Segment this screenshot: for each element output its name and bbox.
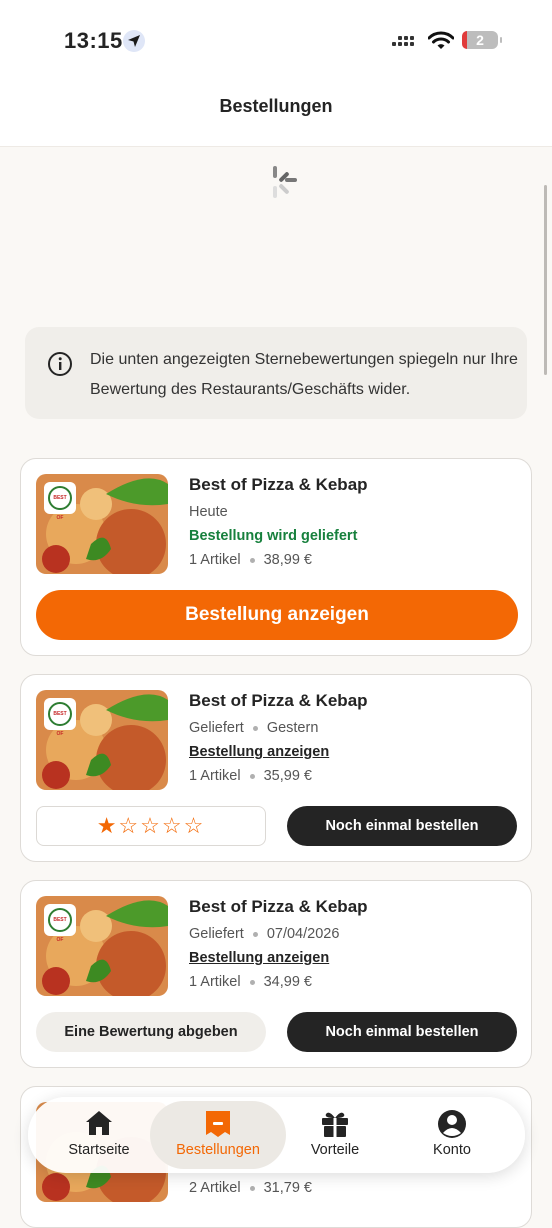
- order-card: BEST OF Best of Pizza & Kebap Heute Best…: [20, 458, 532, 656]
- tab-label: Konto: [433, 1142, 471, 1158]
- tab-account[interactable]: Konto: [393, 1097, 511, 1173]
- tab-home[interactable]: Startseite: [40, 1097, 158, 1173]
- tab-label: Bestellungen: [176, 1142, 260, 1158]
- view-order-link[interactable]: Bestellung anzeigen: [189, 950, 329, 966]
- star-rating[interactable]: ★☆☆☆☆: [36, 806, 266, 846]
- order-card: BEST OF Best of Pizza & Kebap Geliefert 0…: [20, 880, 532, 1068]
- order-summary: 2 Artikel 31,79 €: [189, 1180, 312, 1196]
- account-icon: [438, 1110, 466, 1138]
- order-card: BEST OF Best of Pizza & Kebap Geliefert G…: [20, 674, 532, 862]
- status-time: 13:15: [64, 28, 123, 53]
- order-summary: 1 Artikel 34,99 €: [189, 974, 312, 990]
- info-icon: [48, 352, 72, 376]
- order-state-date: Geliefert 07/04/2026: [189, 926, 340, 942]
- restaurant-logo: BEST OF: [44, 904, 76, 943]
- battery-level: 2: [476, 32, 484, 48]
- order-status: Bestellung wird geliefert: [189, 528, 358, 544]
- location-arrow-icon: [123, 30, 145, 52]
- restaurant-logo: BEST OF: [44, 698, 76, 737]
- restaurant-name: Best of Pizza & Kebap: [189, 691, 368, 710]
- gift-icon: [322, 1112, 348, 1137]
- tab-orders[interactable]: Bestellungen: [150, 1101, 286, 1169]
- order-date: Heute: [189, 504, 228, 520]
- restaurant-name: Best of Pizza & Kebap: [189, 475, 368, 494]
- order-state-date: Geliefert Gestern: [189, 720, 319, 736]
- scrollbar[interactable]: [544, 185, 547, 375]
- reorder-button[interactable]: Noch einmal bestellen: [287, 1012, 517, 1052]
- write-review-button[interactable]: Eine Bewertung abgeben: [36, 1012, 266, 1052]
- battery-icon: 2: [462, 31, 502, 49]
- restaurant-image: BEST OF: [36, 690, 168, 790]
- restaurant-image: BEST OF: [36, 474, 168, 574]
- rating-info-box: Die unten angezeigten Sternebewertungen …: [25, 327, 527, 419]
- info-text: Die unten angezeigten Sternebewertungen …: [90, 351, 518, 398]
- tab-label: Vorteile: [310, 1142, 360, 1158]
- status-bar: 13:15 2: [0, 0, 552, 80]
- tab-label: Startseite: [68, 1142, 130, 1158]
- restaurant-image: BEST OF: [36, 896, 168, 996]
- loading-spinner-icon: [273, 166, 297, 198]
- bottom-tab-bar: Startseite Bestellungen Vorteile Konto: [28, 1097, 525, 1173]
- order-summary: 1 Artikel 35,99 €: [189, 768, 312, 784]
- page-header: Bestellungen: [0, 80, 552, 147]
- cellular-signal-icon: [392, 36, 414, 46]
- restaurant-name: Best of Pizza & Kebap: [189, 897, 368, 916]
- home-icon: [86, 1111, 112, 1135]
- wifi-icon: [428, 31, 454, 49]
- view-order-button[interactable]: Bestellung anzeigen: [36, 590, 518, 640]
- reorder-button[interactable]: Noch einmal bestellen: [287, 806, 517, 846]
- order-summary: 1 Artikel 38,99 €: [189, 552, 312, 568]
- view-order-link[interactable]: Bestellung anzeigen: [189, 744, 329, 760]
- receipt-icon: [206, 1111, 230, 1137]
- restaurant-logo: BEST OF: [44, 482, 76, 521]
- page-title: Bestellungen: [219, 96, 333, 116]
- tab-benefits[interactable]: Vorteile: [276, 1097, 394, 1173]
